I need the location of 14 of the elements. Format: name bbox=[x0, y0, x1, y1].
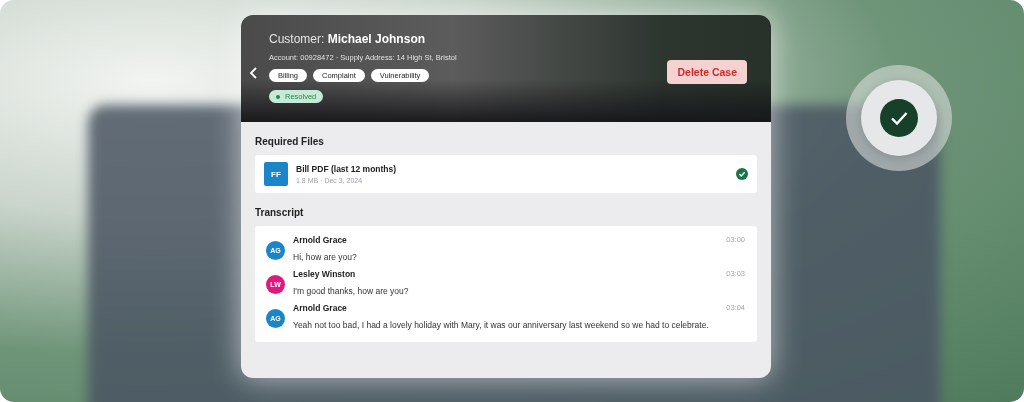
back-chevron-icon[interactable] bbox=[249, 67, 259, 79]
delete-case-button[interactable]: Delete Case bbox=[667, 60, 747, 84]
file-icon: FF bbox=[264, 162, 288, 186]
speaker-name: Arnold Grace bbox=[293, 235, 347, 245]
file-name: Bill PDF (last 12 months) bbox=[296, 164, 398, 174]
customer-title: Customer: Michael Johnson bbox=[269, 32, 427, 46]
message-text: Hi, how are you? bbox=[293, 252, 358, 262]
speaker-name: Lesley Winston bbox=[293, 269, 356, 279]
speaker-name: Arnold Grace bbox=[293, 303, 347, 313]
message-text: Yeah not too bad, I had a lovely holiday with Mary, it was our anniversary last weekend so we had to celebrate. bbox=[293, 320, 710, 330]
check-circle-icon bbox=[880, 99, 918, 137]
section-title: Transcript bbox=[255, 207, 305, 218]
message-text: I'm good thanks, how are you? bbox=[293, 286, 410, 296]
section-title: Required Files bbox=[255, 136, 325, 147]
